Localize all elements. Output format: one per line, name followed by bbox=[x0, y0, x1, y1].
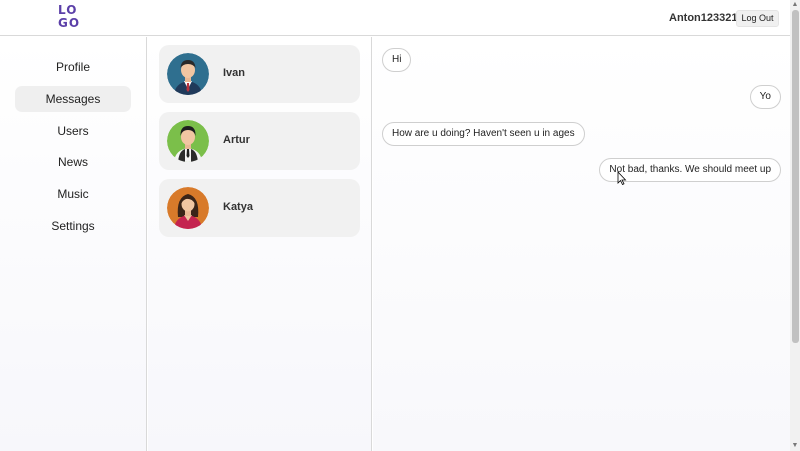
top-header: LO GO Anton123321 Log Out bbox=[0, 0, 790, 36]
conversation-list: Ivan Artur Katya bbox=[148, 37, 372, 451]
avatar bbox=[167, 187, 209, 229]
conversation-item-katya[interactable]: Katya bbox=[159, 179, 360, 237]
sidebar-item-news[interactable]: News bbox=[15, 149, 131, 175]
user-avatar-icon bbox=[167, 187, 209, 229]
chat-window: Hi Yo How are u doing? Haven't seen u in… bbox=[373, 37, 790, 451]
message-bubble-incoming: Hi bbox=[382, 48, 412, 72]
message-bubble-incoming: How are u doing? Haven't seen u in ages bbox=[382, 122, 585, 146]
username: Anton123321 bbox=[669, 12, 738, 24]
scroll-thumb[interactable] bbox=[792, 10, 799, 343]
mouse-pointer-icon bbox=[617, 171, 627, 185]
logout-button[interactable]: Log Out bbox=[736, 10, 779, 27]
conversation-item-ivan[interactable]: Ivan bbox=[159, 45, 360, 103]
sidebar-item-users[interactable]: Users bbox=[15, 118, 131, 144]
sidebar-item-profile[interactable]: Profile bbox=[15, 54, 131, 80]
logo[interactable]: LO GO bbox=[58, 4, 86, 32]
conversation-name: Ivan bbox=[223, 67, 246, 79]
user-avatar-icon bbox=[167, 53, 209, 95]
message-bubble-outgoing: Yo bbox=[749, 85, 781, 109]
scroll-down-arrow-icon[interactable]: ▼ bbox=[790, 441, 800, 451]
logo-bottom-text: GO bbox=[58, 16, 81, 30]
sidebar-item-messages[interactable]: Messages bbox=[15, 86, 131, 112]
avatar bbox=[167, 120, 209, 162]
sidebar-item-music[interactable]: Music bbox=[15, 181, 131, 207]
user-avatar-icon bbox=[167, 120, 209, 162]
avatar bbox=[167, 53, 209, 95]
page-scrollbar[interactable]: ▲ ▼ bbox=[790, 0, 800, 451]
conversation-name: Katya bbox=[223, 201, 253, 213]
conversation-item-artur[interactable]: Artur bbox=[159, 112, 360, 170]
conversation-name: Artur bbox=[223, 134, 250, 146]
sidebar-item-settings[interactable]: Settings bbox=[15, 213, 131, 239]
scroll-up-arrow-icon[interactable]: ▲ bbox=[790, 0, 800, 10]
sidebar-nav: Profile Messages Users News Music Settin… bbox=[0, 37, 147, 451]
